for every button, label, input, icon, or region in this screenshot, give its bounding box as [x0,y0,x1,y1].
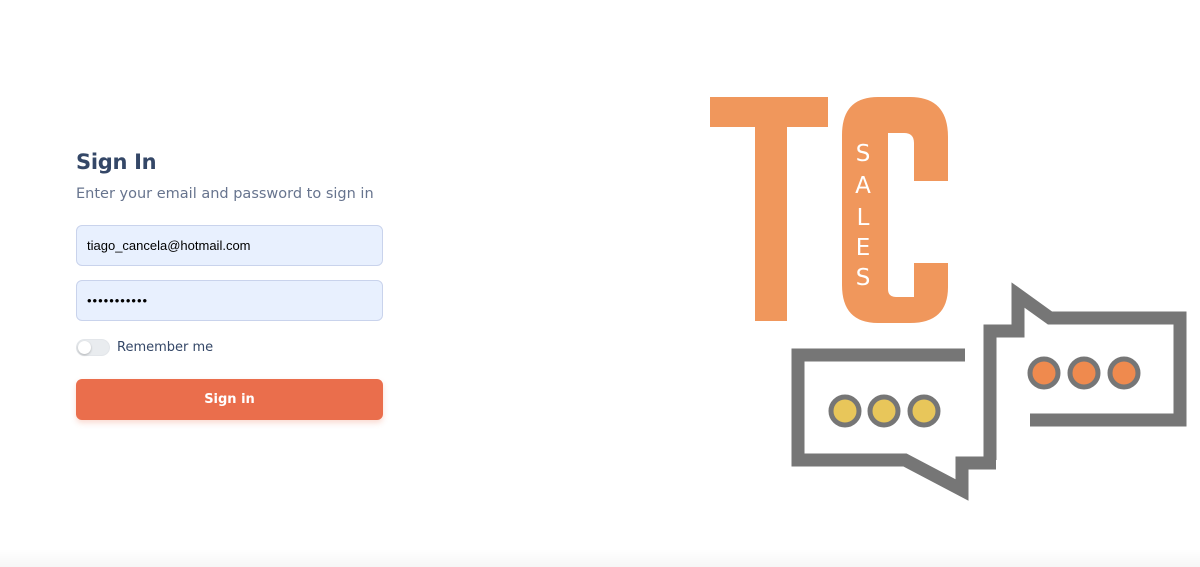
logo-tagline-letter: L [857,205,870,231]
logo-tagline: S A L E S [855,141,871,291]
logo-tagline-letter: E [856,235,871,261]
logo-tagline-letter: S [856,265,871,291]
email-field[interactable] [76,225,383,266]
page-title: Sign In [76,150,157,174]
logo-tagline-letter: A [855,173,871,199]
page-bottom-shadow [0,549,1200,567]
password-field[interactable] [76,280,383,321]
remember-me-row: Remember me [76,338,383,356]
toggle-knob [78,340,91,354]
signin-subtitle: Enter your email and password to sign in [76,186,374,202]
tc-sales-logo: S A L E S [710,97,1187,501]
signin-button[interactable]: Sign in [76,379,383,420]
remember-me-toggle[interactable] [76,338,110,356]
logo-tagline-letter: S [856,141,871,167]
chat-bubble-left-dots [828,394,941,428]
logo-letter-t [710,97,828,321]
signin-form: Sign In Enter your email and password to… [76,150,383,420]
chat-bubble-right-dots [1027,356,1141,390]
remember-me-label[interactable]: Remember me [117,340,213,355]
chat-bubble-left-icon [791,348,996,501]
